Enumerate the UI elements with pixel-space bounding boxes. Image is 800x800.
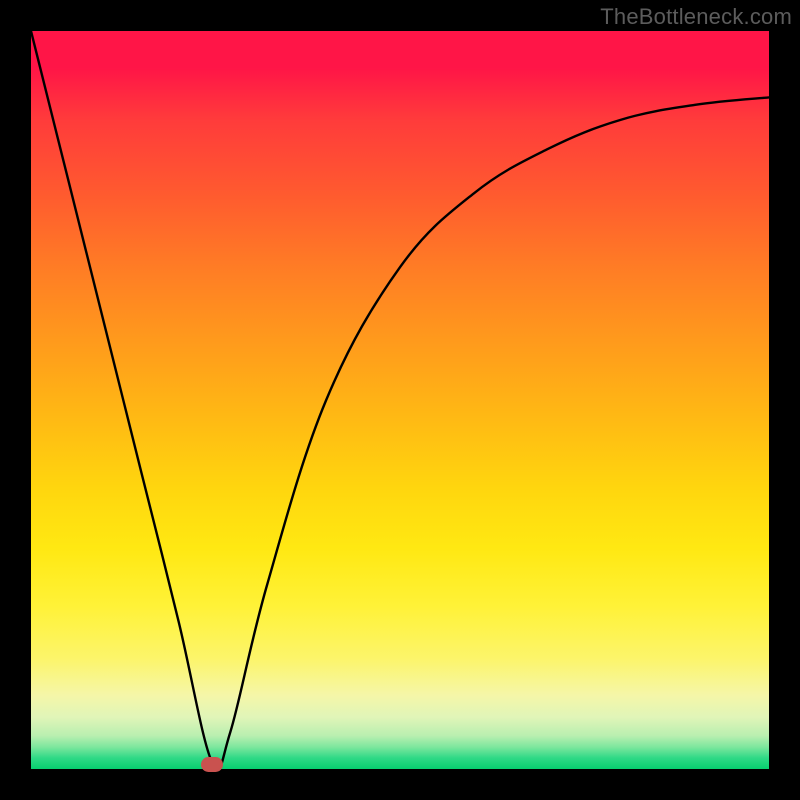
chart-frame: TheBottleneck.com (0, 0, 800, 800)
curve-svg (31, 31, 769, 769)
optimal-point-marker (201, 757, 223, 772)
attribution-label: TheBottleneck.com (600, 4, 792, 30)
plot-area (31, 31, 769, 769)
bottleneck-curve-path (31, 31, 769, 769)
